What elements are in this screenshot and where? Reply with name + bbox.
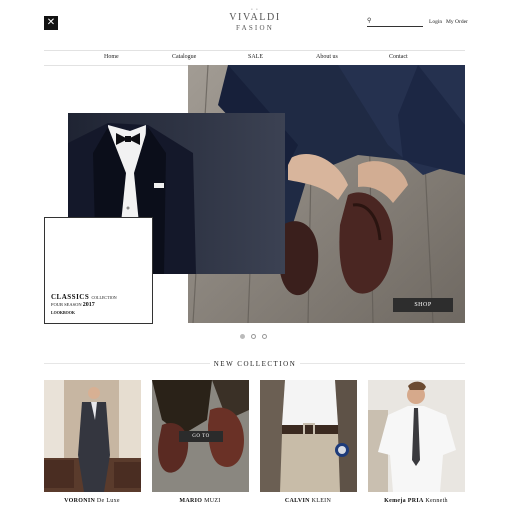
brand-logo[interactable]: • • VIVALDI FASION [225,8,285,33]
product-3-name-rest: KLEIN [311,498,332,504]
shop-button[interactable]: SHOP [393,298,453,312]
nav-catalogue[interactable]: Catalogue [172,54,196,60]
menu-close-button[interactable]: ✕ [44,16,58,30]
product-name-4[interactable]: Kemeja PRIA Kenneth [356,498,476,504]
my-order-link[interactable]: My Order [446,19,468,25]
product-2-name-rest: MUZI [204,498,221,504]
nav-contact[interactable]: Contact [389,54,408,60]
new-collection-title: NEW COLLECTION [209,360,301,368]
goto-button[interactable]: GO TO [179,431,223,442]
slider-dot-1[interactable] [240,334,245,339]
product-4-name-rest: Kenneth [425,498,448,504]
main-nav: Home Catalogue SALE About us Contact [44,50,465,66]
season-line: FOUR SEASON 2017 [51,302,95,308]
collection-suffix: COLLECTION [91,295,117,300]
login-link[interactable]: Login [429,19,442,25]
slider-dot-3[interactable] [262,334,267,339]
collection-title: CLASSICS COLLECTION [51,293,117,301]
collection-name: CLASSICS [51,293,90,301]
product-card-3[interactable] [260,380,357,492]
search-icon: ⚲ [367,17,372,24]
product-name-3[interactable]: CALVIN KLEIN [248,498,368,504]
product-3-name-bold: CALVIN [284,498,310,504]
season-year: 2017 [82,302,95,308]
product-card-1[interactable] [44,380,141,492]
close-icon: ✕ [46,17,56,28]
nav-about[interactable]: About us [316,54,338,60]
logo-line2: FASION [236,24,274,32]
product-4-name-bold: Kemeja PRIA [384,498,424,504]
slider-dot-2[interactable] [251,334,256,339]
lookbook-link[interactable]: LOOKBOOK [51,310,75,315]
search-input[interactable]: ⚲ [367,17,423,27]
product-name-1[interactable]: VORONIN De Luxe [32,498,152,504]
product-1-name-rest: De Luxe [96,498,120,504]
product-card-4[interactable] [368,380,465,492]
product-2-name-bold: MARIO [179,498,203,504]
product-1-name-bold: VORONIN [64,498,96,504]
product-name-2[interactable]: MARIO MUZI [140,498,260,504]
season-label: FOUR SEASON [51,302,82,307]
new-collection-heading: NEW COLLECTION [180,360,330,368]
nav-home[interactable]: Home [104,54,119,60]
logo-line1: VIVALDI [229,12,281,23]
nav-sale[interactable]: SALE [248,54,263,60]
logo-ornament: • • [251,8,259,13]
